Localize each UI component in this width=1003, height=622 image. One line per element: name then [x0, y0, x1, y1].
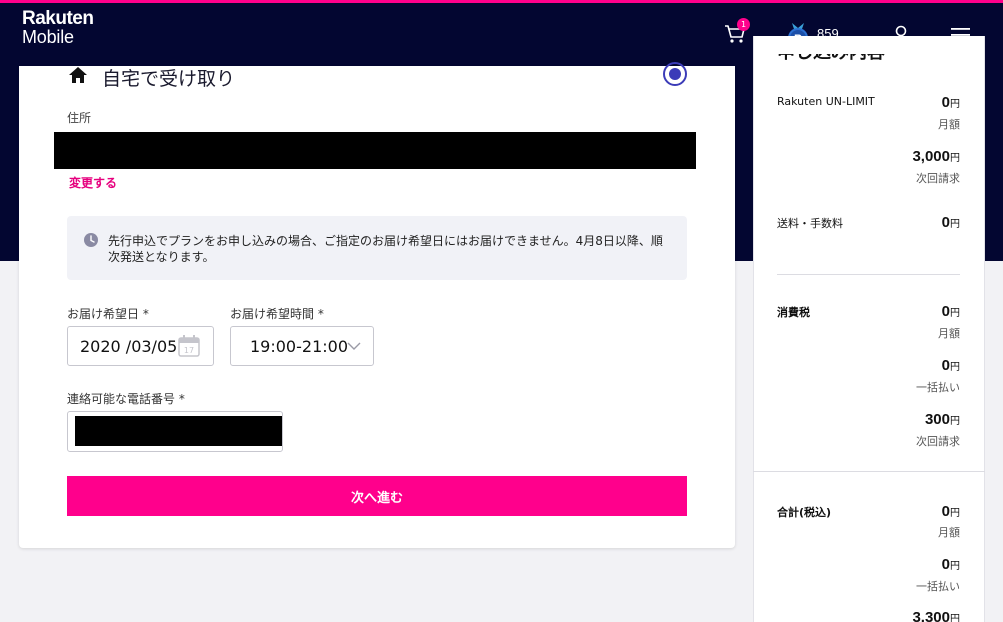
total-label: 合計(税込) [777, 506, 832, 519]
total-monthly-sub: 月額 [938, 526, 960, 539]
clock-icon [84, 233, 98, 247]
delivery-time-value: 19:00-21:00 [250, 337, 348, 356]
chevron-down-icon [347, 342, 361, 350]
summary-divider [777, 274, 960, 275]
plan-next-amount: 3,000円 [912, 148, 960, 165]
delivery-date-label: お届け希望日 * [67, 307, 149, 321]
plan-label: Rakuten UN-LIMIT [777, 95, 875, 108]
plan-monthly-sub: 月額 [938, 118, 960, 131]
delivery-time-label: お届け希望時間 * [230, 307, 324, 321]
home-delivery-option-title: 自宅で受け取り [102, 68, 236, 90]
summary-divider [753, 471, 985, 472]
tax-monthly-amount: 0円 [941, 303, 960, 320]
phone-label: 連絡可能な電話番号 * [67, 392, 185, 406]
phone-redacted [75, 416, 282, 446]
tax-lump-amount: 0円 [941, 357, 960, 374]
change-address-link[interactable]: 変更する [69, 174, 117, 191]
tax-label: 消費税 [777, 306, 810, 319]
total-lump-amount: 0円 [941, 556, 960, 573]
home-delivery-radio[interactable] [663, 62, 687, 86]
tax-next-sub: 次回請求 [916, 435, 960, 448]
svg-text:17: 17 [184, 346, 194, 355]
cart-count-badge: 1 [737, 18, 750, 31]
shipping-fee-amount: 0円 [941, 214, 960, 231]
shipping-fee-label: 送料・手数料 [777, 217, 843, 230]
tax-next-amount: 300円 [924, 411, 960, 428]
tax-monthly-sub: 月額 [938, 327, 960, 340]
logo-line1: Rakuten [22, 8, 94, 29]
rakuten-mobile-logo[interactable]: Rakuten Mobile [22, 8, 94, 47]
logo-line2: Mobile [22, 27, 74, 47]
next-button[interactable]: 次へ進む [67, 476, 687, 516]
total-monthly-amount: 0円 [941, 503, 960, 520]
total-next-amount: 3,300円 [912, 609, 960, 622]
address-label: 住所 [67, 111, 92, 125]
plan-monthly-amount: 0円 [941, 94, 960, 111]
shipping-notice-text: 先行申込でプランをお申し込みの場合、ご指定のお届け希望日にはお届けできません。4… [108, 234, 663, 264]
tax-lump-sub: 一括払い [916, 381, 960, 394]
address-redacted [54, 132, 696, 169]
delivery-date-value: 2020 /03/05 [80, 337, 178, 356]
home-icon [69, 67, 87, 83]
summary-title: 申し込み内容 [777, 54, 885, 66]
plan-next-sub: 次回請求 [916, 172, 960, 185]
calendar-icon[interactable]: 17 [178, 335, 200, 357]
total-lump-sub: 一括払い [916, 580, 960, 593]
